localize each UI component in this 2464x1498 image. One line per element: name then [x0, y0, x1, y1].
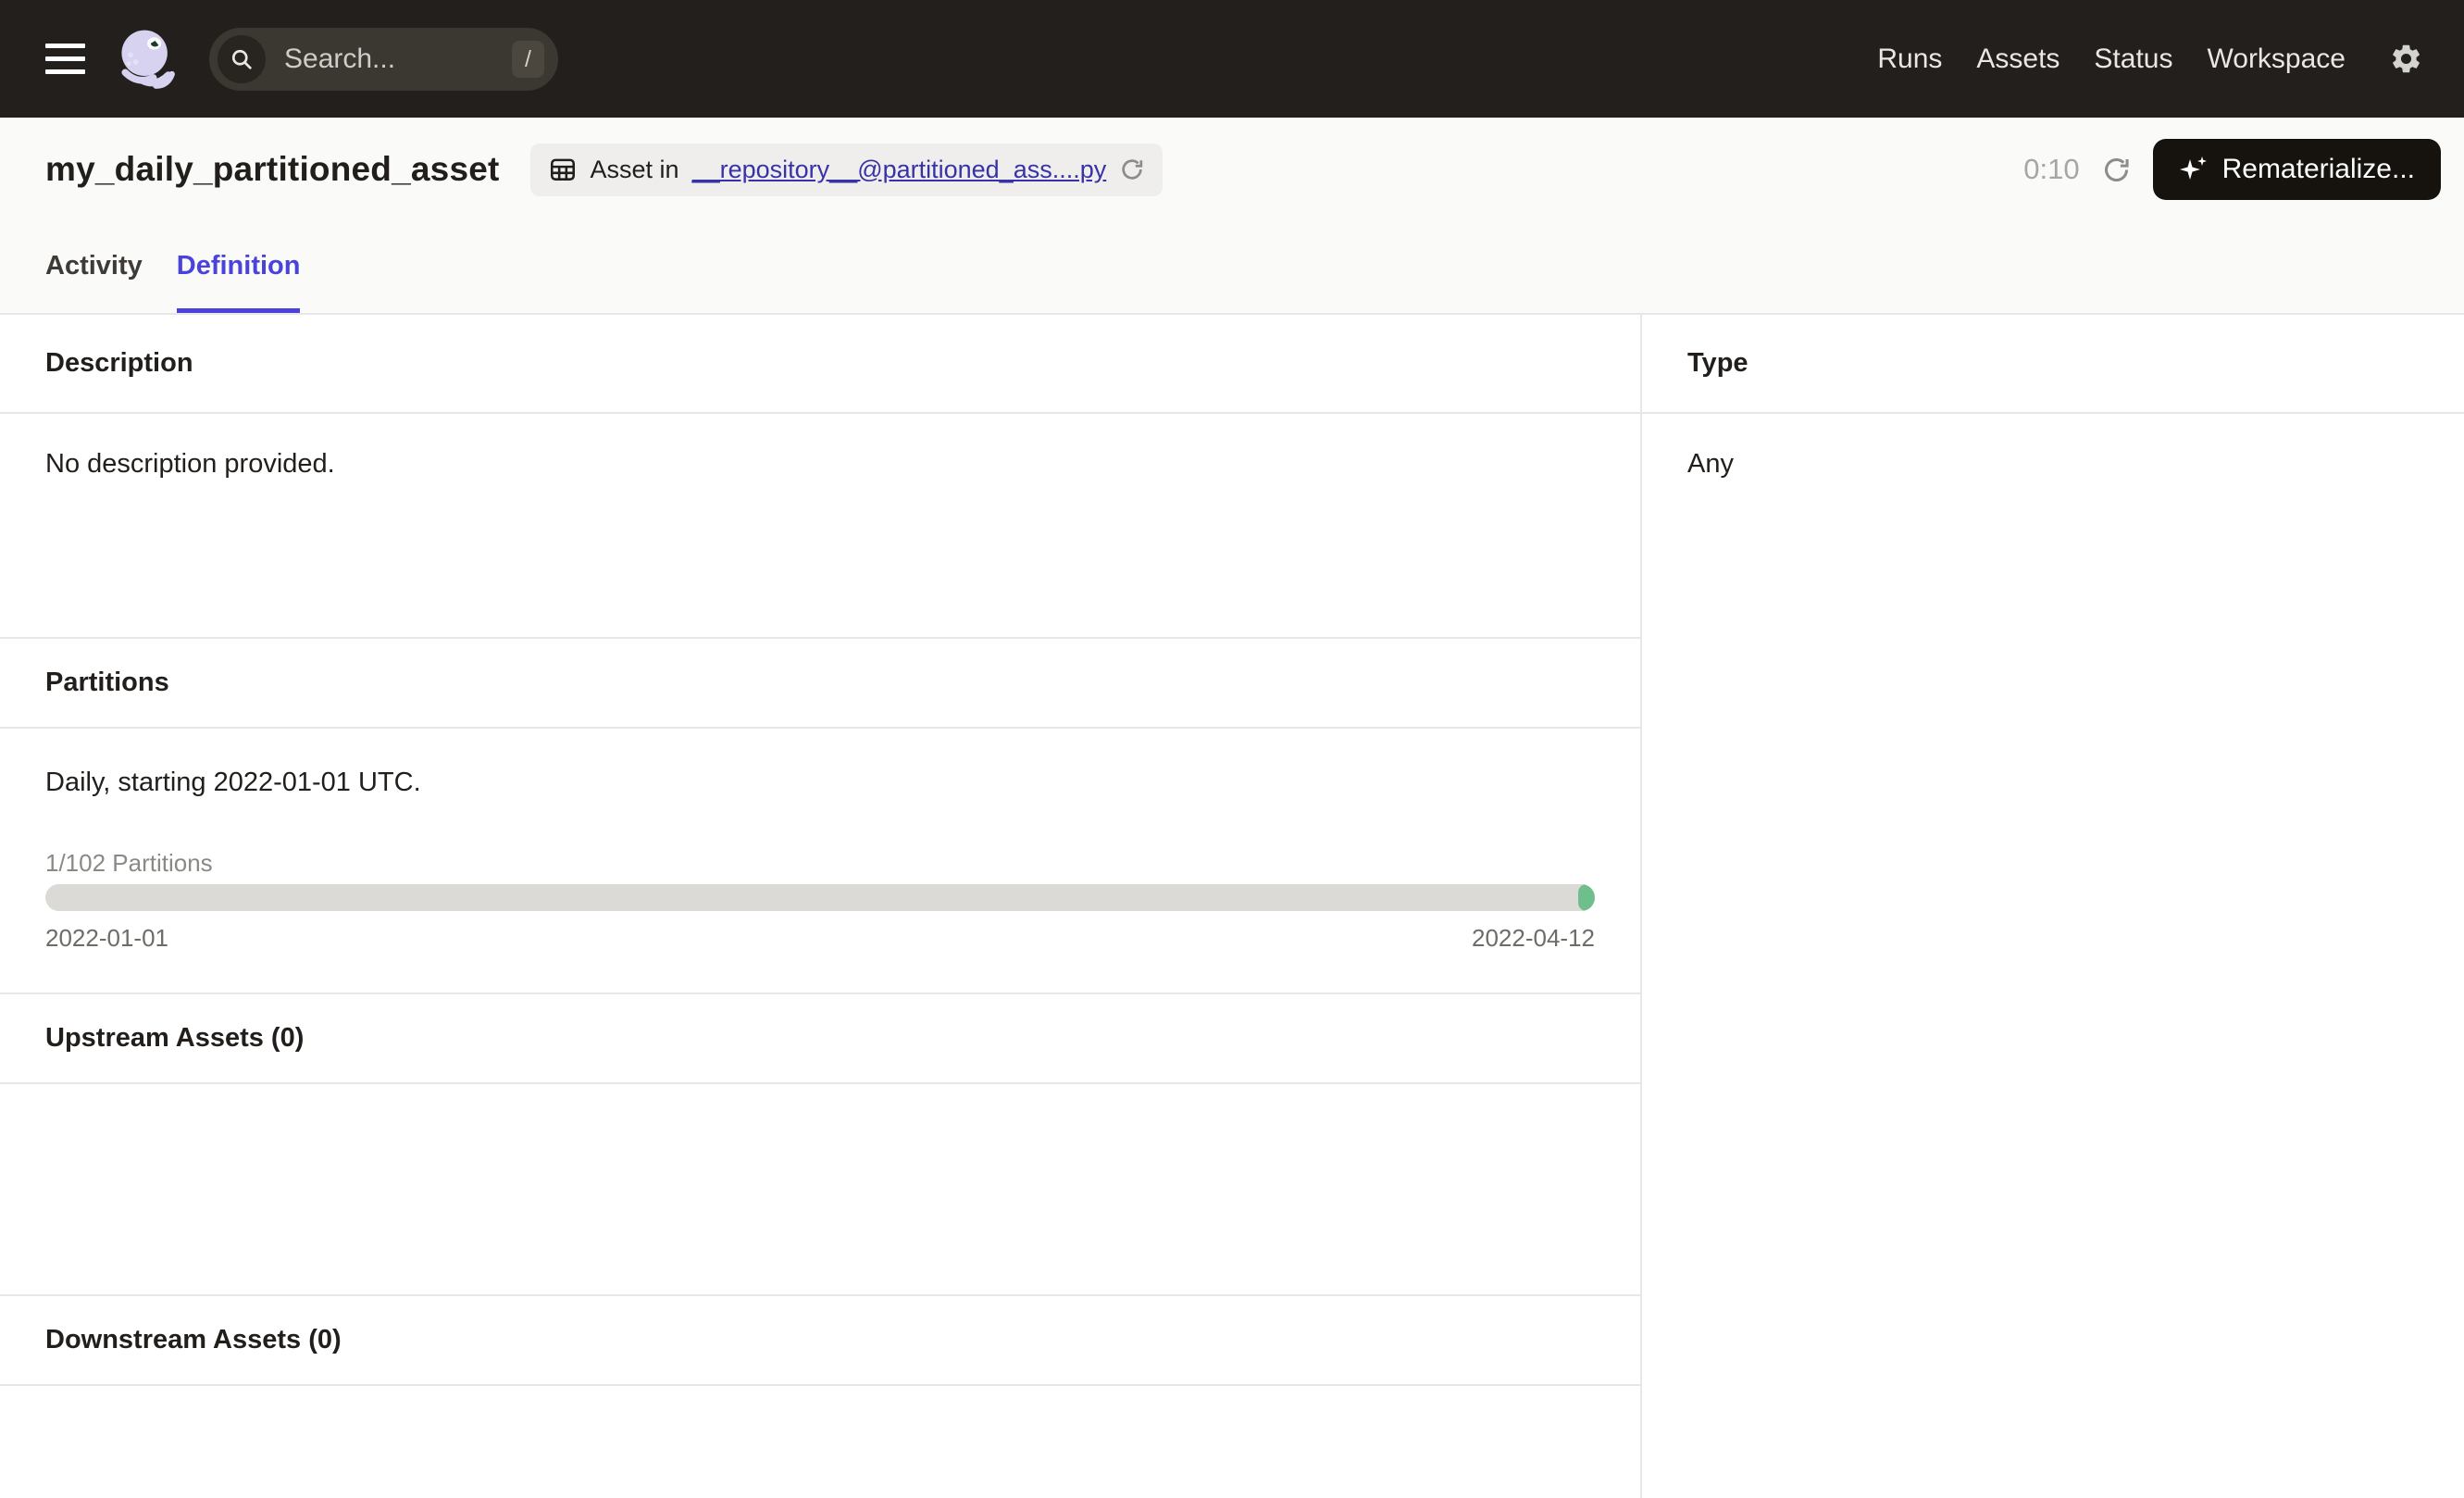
- definition-content: Description No description provided. Par…: [0, 315, 2464, 1498]
- right-column: Type Any: [1642, 315, 2464, 1498]
- downstream-assets-heading: Downstream Assets (0): [0, 1294, 1640, 1386]
- app-root: / Runs Assets Status Workspace my_daily_…: [0, 0, 2464, 1498]
- partitions-summary: Daily, starting 2022-01-01 UTC.: [45, 766, 1595, 799]
- partition-range-end: 2022-04-12: [1472, 924, 1595, 952]
- top-nav: / Runs Assets Status Workspace: [0, 0, 2464, 118]
- nav-item-status[interactable]: Status: [2094, 44, 2172, 75]
- sparkles-icon: [2179, 155, 2209, 184]
- partition-range: 2022-01-01 2022-04-12: [45, 924, 1595, 952]
- repository-link[interactable]: __repository__@partitioned_ass....py: [692, 156, 1107, 184]
- nav-item-runs[interactable]: Runs: [1877, 44, 1942, 75]
- rematerialize-button[interactable]: Rematerialize...: [2153, 139, 2441, 200]
- upstream-assets-heading: Upstream Assets (0): [0, 992, 1640, 1084]
- search-input[interactable]: [284, 44, 512, 75]
- asset-location-badge: Asset in __repository__@partitioned_ass.…: [530, 144, 1164, 196]
- search-shortcut-key: /: [512, 41, 544, 78]
- header-actions: 0:10 Rematerialize...: [2023, 139, 2441, 200]
- downstream-assets-body: [0, 1386, 1640, 1419]
- title-row: my_daily_partitioned_asset Asset in __re…: [0, 118, 2464, 221]
- nav-item-assets[interactable]: Assets: [1976, 44, 2060, 75]
- nav-item-workspace[interactable]: Workspace: [2207, 44, 2346, 75]
- partitions-heading: Partitions: [0, 637, 1640, 729]
- page-title: my_daily_partitioned_asset: [45, 150, 500, 189]
- search-icon: [218, 35, 266, 83]
- partition-range-start: 2022-01-01: [45, 924, 168, 952]
- upstream-assets-body: [0, 1084, 1640, 1294]
- page-header: my_daily_partitioned_asset Asset in __re…: [0, 118, 2464, 315]
- dagster-logo-icon[interactable]: [112, 24, 182, 94]
- repository-icon: [548, 155, 578, 184]
- refresh-countdown: 0:10: [2023, 153, 2079, 186]
- left-column: Description No description provided. Par…: [0, 315, 1642, 1498]
- partition-progress-bar: [45, 884, 1595, 911]
- nav-links: Runs Assets Status Workspace: [1877, 42, 2423, 76]
- description-heading: Description: [0, 315, 1640, 414]
- refresh-icon[interactable]: [2101, 155, 2132, 185]
- tab-definition[interactable]: Definition: [177, 247, 301, 313]
- tab-bar: Activity Definition: [0, 221, 2464, 313]
- partitions-body: Daily, starting 2022-01-01 UTC. 1/102 Pa…: [0, 729, 1640, 992]
- badge-prefix-label: Asset in: [591, 156, 679, 184]
- description-body: No description provided.: [0, 414, 1640, 637]
- tab-activity[interactable]: Activity: [45, 247, 143, 313]
- type-heading: Type: [1642, 315, 2464, 414]
- rematerialize-label: Rematerialize...: [2222, 154, 2415, 185]
- badge-reload-icon[interactable]: [1119, 156, 1145, 182]
- settings-gear-icon[interactable]: [2389, 42, 2423, 76]
- hamburger-menu-icon[interactable]: [45, 44, 85, 74]
- partitions-count: 1/102 Partitions: [45, 849, 1595, 877]
- type-value: Any: [1642, 414, 2464, 481]
- global-search: /: [209, 28, 558, 91]
- partition-progress-fill: [1578, 884, 1595, 911]
